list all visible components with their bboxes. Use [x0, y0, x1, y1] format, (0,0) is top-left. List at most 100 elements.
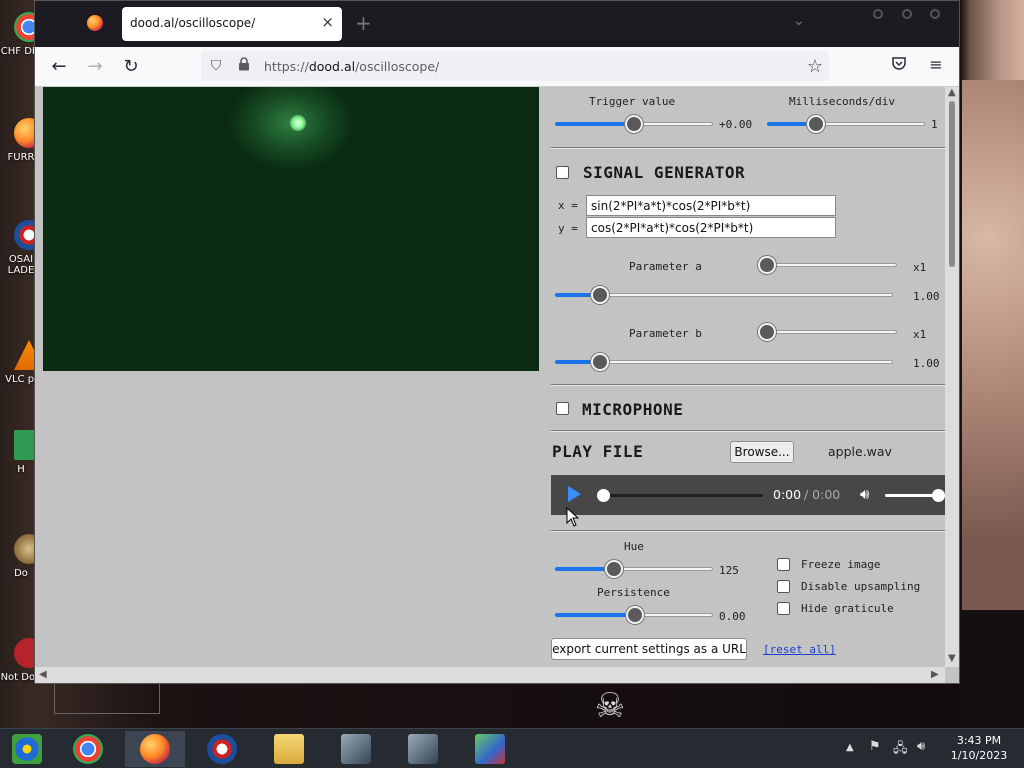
microphone-checkbox[interactable]: [556, 402, 569, 415]
taskbar-users-app[interactable]: [460, 731, 520, 767]
list-all-tabs-chevron-icon[interactable]: ⌄: [793, 13, 805, 29]
seek-thumb[interactable]: [597, 489, 610, 502]
disable-upsampling-label: Disable upsampling: [801, 580, 921, 593]
volume-thumb[interactable]: [932, 489, 945, 502]
milliseconds-per-div-value: 1: [931, 118, 938, 131]
tab-oscilloscope[interactable]: dood.al/oscilloscope/ ×: [122, 7, 342, 41]
vertical-scroll-thumb[interactable]: [949, 101, 955, 267]
desktop-icon-label: Do: [14, 568, 28, 579]
slider-thumb[interactable]: [605, 560, 623, 578]
slider-thumb[interactable]: [591, 353, 609, 371]
slider-thumb[interactable]: [758, 323, 776, 341]
taskbar-file-explorer[interactable]: [259, 731, 319, 767]
volume-slider[interactable]: [885, 489, 945, 502]
scroll-right-arrow-icon[interactable]: ▶: [931, 669, 939, 680]
taskbar-network-app-2[interactable]: [393, 731, 453, 767]
taskbar-chrome[interactable]: [58, 731, 118, 767]
scroll-left-arrow-icon[interactable]: ◀: [39, 669, 47, 680]
audio-current-time: 0:00: [773, 487, 802, 502]
freeze-image-label: Freeze image: [801, 558, 881, 571]
y-expression-label: y =: [558, 222, 578, 235]
audio-duration: / 0:00: [804, 487, 841, 502]
taskbar-firefox[interactable]: [125, 731, 185, 767]
browse-button[interactable]: Browse...: [730, 441, 794, 463]
start-button[interactable]: [0, 731, 54, 767]
tab-title: dood.al/oscilloscope/: [130, 16, 256, 30]
background-window-outline: [54, 684, 160, 714]
persistence-slider[interactable]: [555, 605, 713, 625]
hide-graticule-checkbox[interactable]: [777, 602, 790, 615]
export-settings-button[interactable]: export current settings as a URL: [551, 638, 747, 660]
lock-icon[interactable]: [235, 57, 253, 75]
signal-generator-heading: SIGNAL GENERATOR: [583, 163, 746, 182]
persistence-label: Persistence: [597, 586, 670, 599]
parameter-b-multiplier-slider[interactable]: [758, 322, 897, 342]
window-minimize-button[interactable]: [873, 9, 883, 19]
slider-thumb[interactable]: [625, 115, 643, 133]
firefox-menu-icon[interactable]: [87, 15, 103, 31]
action-center-flag-icon[interactable]: ⚑: [869, 739, 881, 754]
taskbar-network-app-1[interactable]: [326, 731, 386, 767]
reload-icon[interactable]: ↻: [119, 55, 143, 79]
scroll-up-arrow-icon[interactable]: ▲: [948, 87, 956, 98]
desktop-strip: [960, 610, 1024, 728]
y-expression-input[interactable]: [586, 217, 836, 238]
slider-thumb[interactable]: [806, 115, 825, 133]
freeze-image-checkbox[interactable]: [777, 558, 790, 571]
selected-file-name: apple.wav: [828, 444, 892, 459]
slider-thumb[interactable]: [758, 256, 776, 274]
windows-start-icon: [12, 734, 42, 764]
parameter-a-slider[interactable]: [555, 285, 893, 305]
page-content: Trigger value +0.00 Milliseconds/div 1 S…: [35, 87, 959, 683]
jolly-roger-icon: ☠: [594, 686, 626, 726]
desktop-icon-label: H: [17, 464, 25, 475]
bookmark-star-icon[interactable]: ☆: [807, 56, 823, 77]
milliseconds-per-div-slider[interactable]: [767, 114, 925, 134]
parameter-b-label: Parameter b: [629, 327, 702, 340]
reset-all-link[interactable]: [reset all]: [763, 643, 836, 656]
x-expression-input[interactable]: [586, 195, 836, 216]
window-maximize-button[interactable]: [902, 9, 912, 19]
tab-bar: dood.al/oscilloscope/ × + ⌄: [35, 1, 959, 47]
trigger-value-slider[interactable]: [555, 114, 713, 134]
desktop-icon-label: VLC pl: [5, 374, 37, 385]
slider-thumb[interactable]: [591, 286, 609, 304]
show-hidden-icons-chevron-icon[interactable]: ▲: [846, 742, 854, 753]
scroll-down-arrow-icon[interactable]: ▼: [948, 653, 956, 664]
oscilloscope-screen: [43, 87, 539, 371]
disable-upsampling-checkbox[interactable]: [777, 580, 790, 593]
play-icon[interactable]: [568, 486, 581, 502]
url-bar[interactable]: ⛉ https://dood.al/oscilloscope/ ☆: [201, 51, 829, 81]
tab-close-icon[interactable]: ×: [321, 13, 334, 31]
parameter-a-multiplier-slider[interactable]: [758, 255, 897, 275]
taskbar: ▲ ⚑ 🖧︎ 🔊︎ 3:43 PM 1/10/2023: [0, 728, 1024, 768]
hue-value: 125: [719, 564, 739, 577]
new-tab-button[interactable]: +: [355, 13, 372, 33]
forward-arrow-icon[interactable]: →: [83, 55, 107, 79]
tracking-protection-shield-icon[interactable]: ⛉: [207, 57, 225, 75]
pocket-icon[interactable]: [887, 55, 911, 75]
folder-icon: [274, 734, 304, 764]
back-arrow-icon[interactable]: ←: [47, 55, 71, 79]
window-close-button[interactable]: [930, 9, 940, 19]
taskbar-osai[interactable]: [192, 731, 252, 767]
volume-icon[interactable]: 🔊︎: [860, 485, 869, 503]
parameter-b-value: 1.00: [913, 357, 940, 370]
horizontal-scrollbar[interactable]: ◀ ▶: [35, 667, 945, 683]
desktop-icon-label: OSAI LADE: [7, 254, 35, 276]
parameter-b-slider[interactable]: [555, 352, 893, 372]
network-icon[interactable]: 🖧︎: [893, 739, 908, 761]
slider-thumb[interactable]: [626, 606, 644, 624]
system-clock[interactable]: 3:43 PM 1/10/2023: [948, 733, 1010, 763]
hamburger-menu-icon[interactable]: ≡: [924, 55, 948, 74]
signal-generator-checkbox[interactable]: [556, 166, 569, 179]
audio-seek-bar[interactable]: [597, 489, 763, 502]
hue-slider[interactable]: [555, 559, 713, 579]
vertical-scrollbar[interactable]: ▲ ▼: [945, 87, 959, 667]
hue-label: Hue: [624, 540, 644, 553]
network-computer-icon: [408, 734, 438, 764]
section-divider: [551, 384, 945, 386]
clock-date: 1/10/2023: [950, 749, 1008, 762]
url-text[interactable]: https://dood.al/oscilloscope/: [264, 59, 439, 74]
speaker-icon[interactable]: 🔊︎: [917, 739, 925, 754]
